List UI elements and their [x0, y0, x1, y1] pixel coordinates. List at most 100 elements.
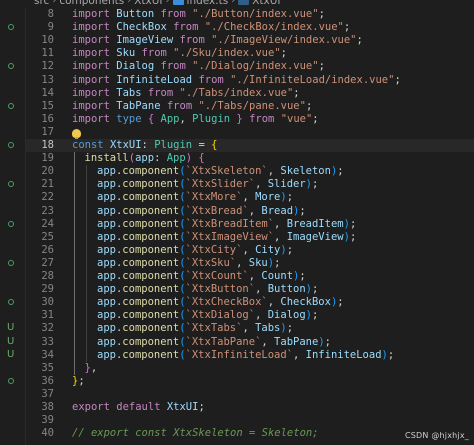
code-text: // export const XtxSkeleton = Skeleton;	[72, 427, 319, 440]
code-line[interactable]: 10 import ImageView from "./ImageView/ind…	[26, 34, 474, 47]
code-token: "./Dialog/index.vue"	[192, 60, 319, 73]
code-token: ,	[248, 270, 262, 282]
code-token: Sku	[248, 256, 268, 269]
code-line[interactable]: 11 import Sku from "./Sku/index.vue";	[26, 47, 474, 60]
code-token: ;	[78, 374, 85, 387]
code-token: component	[122, 256, 180, 269]
code-text: app.component(`XtxCity`, City);	[97, 244, 293, 257]
code-text: import Button from "./Button/index.vue";	[72, 8, 325, 21]
code-token: app	[97, 165, 116, 178]
code-token: TabPane	[116, 99, 161, 112]
code-line[interactable]: 35},	[26, 362, 474, 375]
code-token: `XtxCity`	[185, 243, 243, 256]
code-line[interactable]: 31 app.component(`XtxDialog`, Dialog);	[26, 309, 474, 322]
code-token: ,	[242, 191, 256, 204]
code-line[interactable]: 28 app.component(`XtxCount`, Count);	[26, 270, 474, 283]
line-number: 19	[41, 152, 54, 165]
code-line[interactable]: 17	[26, 126, 474, 139]
code-text: import ImageView from "./ImageView/index…	[72, 34, 363, 47]
breadcrumb-item[interactable]: index.ts	[187, 0, 229, 7]
code-line[interactable]: 25 app.component(`XtxImageView`, ImageVie…	[26, 231, 474, 244]
watermark: CSDN @hjxhjx_	[404, 431, 469, 440]
code-token: Dialog	[267, 309, 306, 322]
line-number: 27	[41, 256, 54, 269]
code-token: Bread	[261, 204, 294, 217]
code-line[interactable]: 24 app.component(`XtxBreadItem`, BreadIte…	[26, 218, 474, 231]
code-token: install	[84, 152, 129, 165]
indent-guide	[74, 152, 75, 375]
code-line[interactable]: 38 export default XtxUI;	[26, 401, 474, 414]
code-line[interactable]: 23 app.component(`XtxBread`, Bread);	[26, 205, 474, 218]
code-token: Tabs	[255, 322, 281, 335]
code-token: Dialog	[116, 60, 155, 73]
code-line[interactable]: 9 import CheckBox from "./CheckBox/index.…	[26, 21, 474, 34]
line-number: 21	[41, 178, 54, 191]
code-token: More	[255, 191, 281, 204]
code-token: "./Sku/index.vue"	[173, 47, 281, 60]
code-line[interactable]: 33 app.component(`XtxTabPane`, TabPane);	[26, 336, 474, 349]
lightbulb-icon[interactable]	[72, 128, 81, 139]
code-token: component	[122, 178, 180, 191]
code-token: import	[72, 73, 117, 86]
code-line[interactable]: 8 import Button from "./Button/index.vue"…	[26, 8, 474, 21]
code-line[interactable]: 15 import TabPane from "./Tabs/pane.vue";	[26, 100, 474, 113]
code-text: app.component(`XtxTabPane`, TabPane);	[97, 336, 331, 349]
code-line[interactable]: 37	[26, 388, 474, 401]
code-token: Skeleton	[280, 165, 331, 178]
code-line[interactable]: 29 app.component(`XtxButton`, Button);	[26, 283, 474, 296]
code-token: App	[166, 152, 186, 165]
code-token: ,	[267, 165, 281, 178]
code-token: app	[97, 283, 116, 296]
code-line[interactable]: 26 app.component(`XtxCity`, City);	[26, 244, 474, 257]
breadcrumb-item[interactable]: XtxUI	[252, 0, 280, 7]
breadcrumb-item[interactable]: XtxUI	[134, 0, 162, 7]
code-line[interactable]: 12 import Dialog from "./Dialog/index.vue…	[26, 60, 474, 73]
code-line[interactable]: 39	[26, 414, 474, 427]
code-line[interactable]: 13 import InfiniteLoad from "./InfiniteLo…	[26, 74, 474, 87]
code-token: Plugin	[154, 139, 193, 151]
code-token: ;	[286, 243, 294, 256]
breadcrumb-path[interactable]: src › components › XtxUI › index.ts › XtxUI	[34, 0, 281, 7]
code-token: ,	[274, 230, 287, 243]
code-line[interactable]: 16 import type { App, Plugin } from "vue"…	[26, 113, 474, 126]
code-editor[interactable]: 8 import Button from "./Button/index.vue"…	[26, 8, 474, 445]
symbol-icon	[238, 0, 250, 5]
change-marker-icon	[8, 377, 14, 384]
code-token: XtxUI	[109, 139, 142, 151]
code-text: app.component(`XtxCount`, Count);	[97, 270, 306, 283]
code-text: import type { App, Plugin } from "vue";	[72, 113, 319, 126]
breadcrumb-item[interactable]: components	[59, 0, 124, 7]
code-token: ;	[337, 296, 344, 309]
code-token: `XtxButton`	[185, 283, 256, 296]
line-number: 29	[41, 283, 54, 296]
code-line[interactable]: 30 app.component(`XtxCheckBox`, CheckBox)…	[26, 296, 474, 309]
breadcrumb-item[interactable]: src	[34, 0, 49, 7]
code-text: import TabPane from "./Tabs/pane.vue";	[72, 100, 312, 113]
indent-guide	[86, 165, 87, 362]
code-text: import InfiniteLoad from "./InfiniteLoad…	[72, 74, 401, 87]
code-token: ;	[318, 8, 325, 20]
code-token: Plugin	[192, 112, 231, 125]
code-line[interactable]: 21 app.component(`XtxSlider`, Slider);	[26, 178, 474, 191]
code-line[interactable]: 36};	[26, 375, 474, 388]
code-line[interactable]: 32 app.component(`XtxTabs`, Tabs);	[26, 322, 474, 335]
code-line[interactable]: 34 app.component(`XtxInfiniteLoad`, Infin…	[26, 349, 474, 362]
code-token: ;	[312, 112, 319, 125]
code-line[interactable]: 14 import Tabs from "./Tabs/index.vue";	[26, 87, 474, 100]
code-line[interactable]: 22 app.component(`XtxMore`, More);	[26, 191, 474, 204]
code-token: Slider	[267, 178, 306, 191]
code-line[interactable]: 19 install(app: App) {	[26, 152, 474, 165]
code-token: import	[72, 112, 117, 125]
code-line[interactable]: 27 app.component(`XtxSku`, Sku);	[26, 257, 474, 270]
code-token: `XtxCheckBox`	[185, 296, 268, 309]
code-token: component	[122, 217, 180, 230]
code-token: component	[122, 335, 180, 348]
code-token: export	[72, 401, 117, 413]
line-number: 16	[41, 112, 54, 125]
code-line[interactable]: 20 app.component(`XtxSkeleton`, Skeleton)…	[26, 165, 474, 178]
line-number: 13	[41, 73, 54, 86]
line-number: 22	[41, 191, 54, 204]
line-number: 30	[41, 296, 54, 309]
code-line[interactable]: 18 const XtxUI: Plugin = {	[26, 139, 474, 152]
code-text: app.component(`XtxBread`, Bread);	[97, 205, 306, 218]
